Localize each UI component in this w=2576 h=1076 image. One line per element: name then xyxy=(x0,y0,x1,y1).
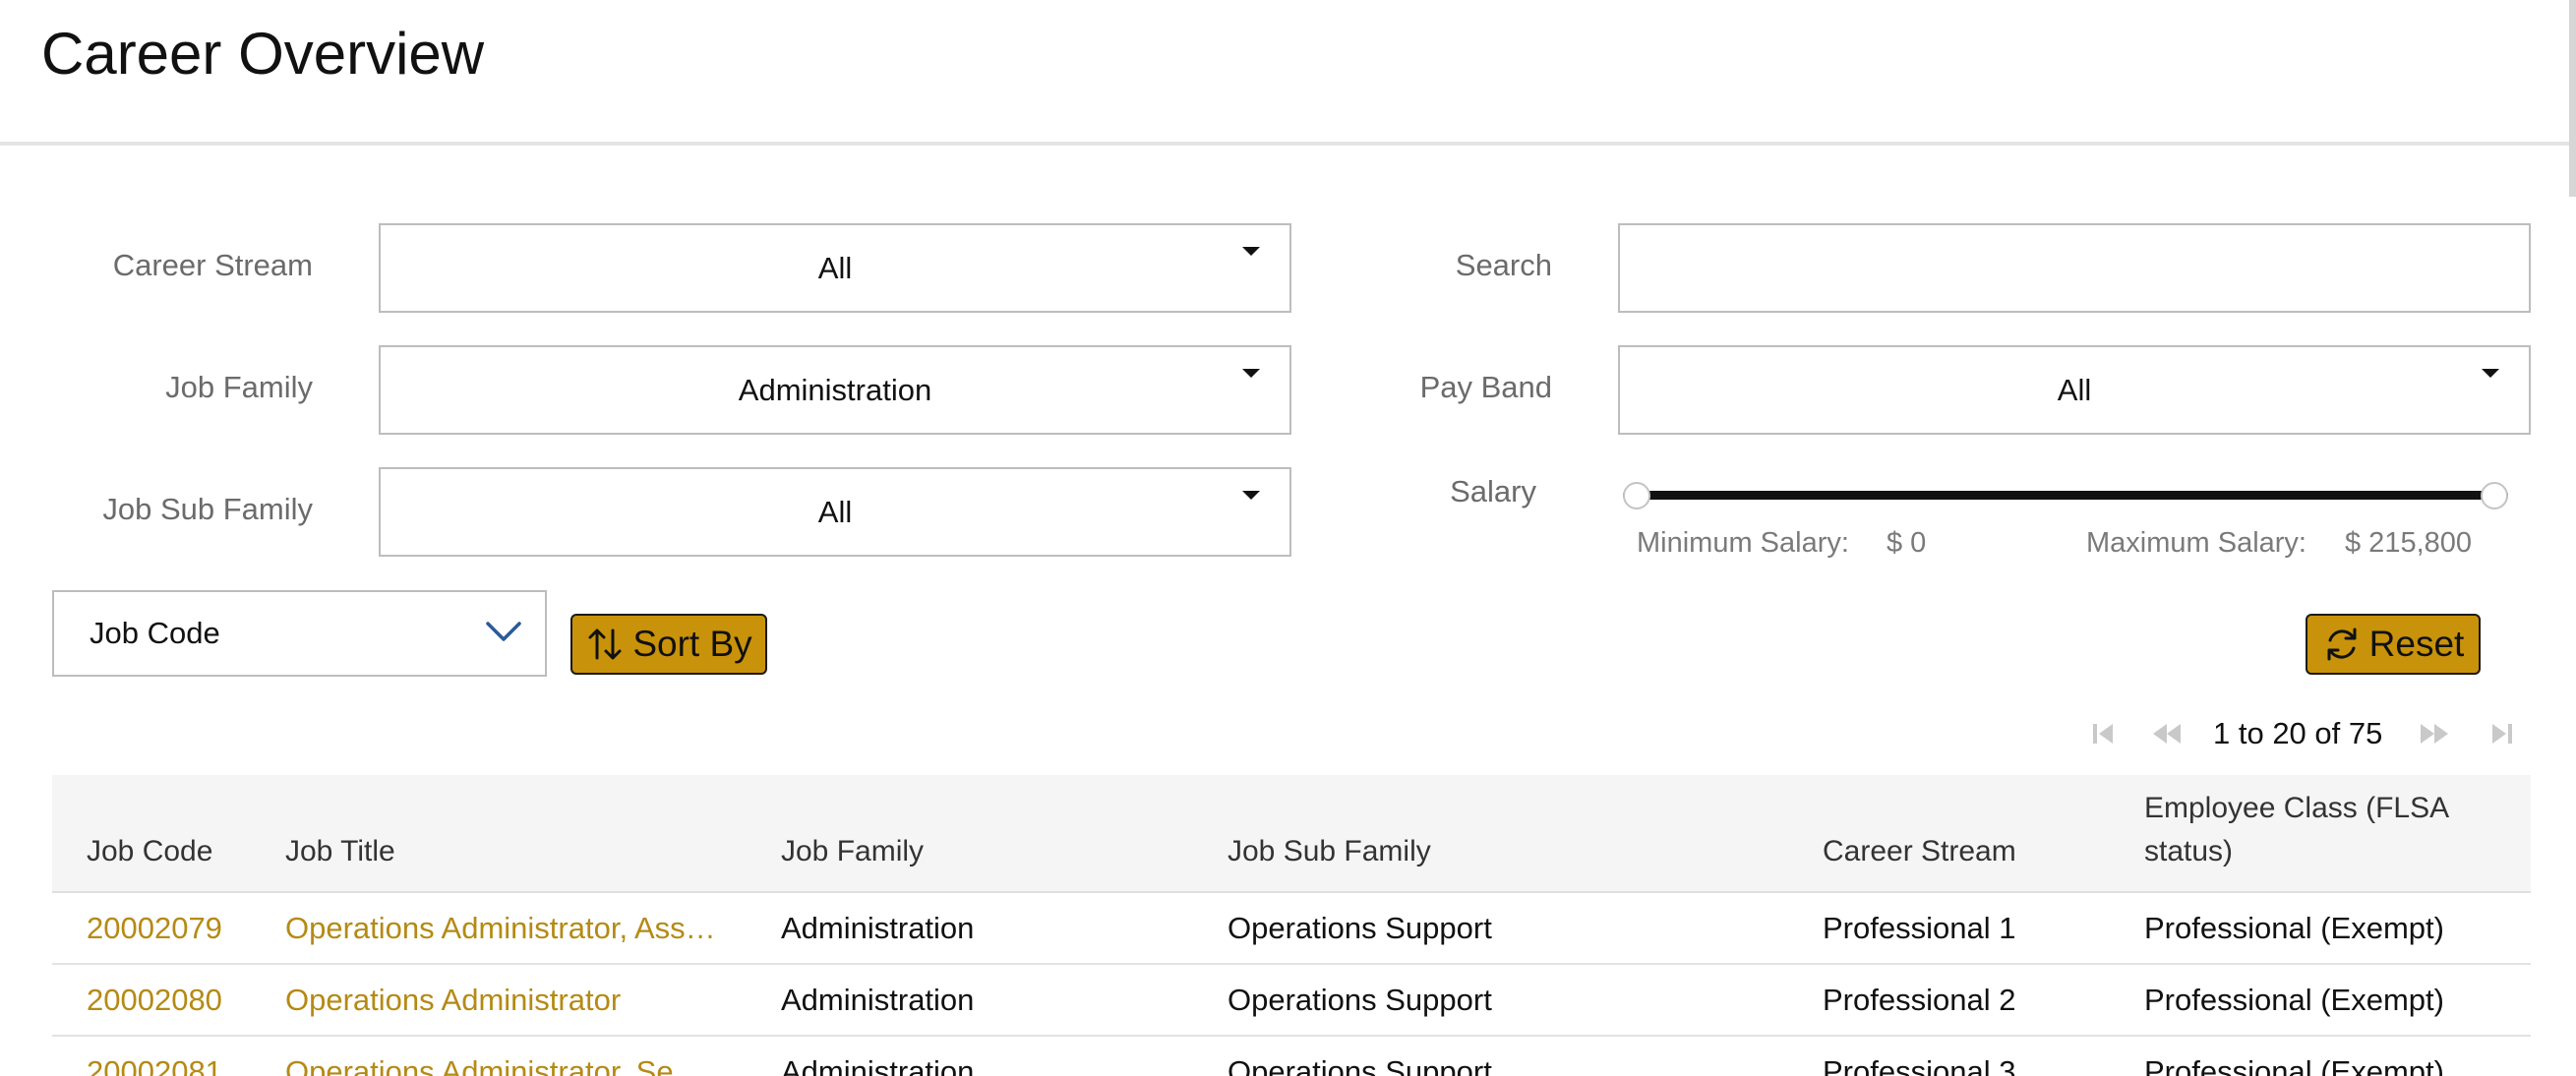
page-header: Career Overview xyxy=(0,0,2576,146)
job-sub-family-value: All xyxy=(817,494,853,529)
caret-down-icon xyxy=(1242,247,1260,256)
sort-by-button[interactable]: Sort By xyxy=(570,614,767,675)
employee-class-cell: Professional (Exempt) xyxy=(2144,982,2444,1017)
column-header-job-sub-family[interactable]: Job Sub Family xyxy=(1228,830,1431,873)
min-salary-label: Minimum Salary: xyxy=(1637,527,1849,559)
refresh-icon xyxy=(2327,628,2357,661)
reset-button[interactable]: Reset xyxy=(2306,614,2481,675)
job-family-cell: Administration xyxy=(781,982,975,1017)
career-stream-cell: Professional 3 xyxy=(1823,1053,2016,1076)
caret-down-icon xyxy=(1242,491,1260,500)
salary-slider[interactable] xyxy=(1623,477,2508,512)
table-row[interactable]: 20002079 Operations Administrator, Ass… … xyxy=(52,893,2531,965)
column-header-job-title[interactable]: Job Title xyxy=(285,830,395,873)
pager-status: 1 to 20 of 75 xyxy=(2213,716,2383,750)
job-sub-family-label: Job Sub Family xyxy=(102,492,313,526)
job-family-label: Job Family xyxy=(165,370,313,404)
table-row[interactable]: 20002080 Operations Administrator Admini… xyxy=(52,965,2531,1037)
employee-class-cell: Professional (Exempt) xyxy=(2144,910,2444,945)
pay-band-label: Pay Band xyxy=(1419,370,1552,404)
last-page-icon[interactable] xyxy=(2485,716,2520,751)
job-code-link[interactable]: 20002079 xyxy=(87,911,264,946)
scrollbar[interactable] xyxy=(2569,0,2576,197)
column-header-job-code[interactable]: Job Code xyxy=(87,830,212,873)
sort-field-select[interactable]: Job Code xyxy=(52,590,547,677)
job-sub-family-cell: Operations Support xyxy=(1228,982,1492,1017)
max-salary-value: $ 215,800 xyxy=(2345,527,2473,559)
salary-label: Salary xyxy=(1450,474,1536,508)
salary-min-handle[interactable] xyxy=(1623,482,1650,509)
search-label: Search xyxy=(1455,248,1552,282)
sort-arrows-icon xyxy=(588,628,622,660)
max-salary-label: Maximum Salary: xyxy=(2086,527,2306,559)
pay-band-value: All xyxy=(2057,372,2092,407)
pay-band-select[interactable]: All xyxy=(1618,345,2531,435)
salary-max-handle[interactable] xyxy=(2481,482,2508,509)
column-header-employee-class[interactable]: Employee Class (FLSA status) xyxy=(2144,787,2518,873)
first-page-icon[interactable] xyxy=(2085,716,2121,751)
job-sub-family-cell: Operations Support xyxy=(1228,1053,1492,1076)
min-salary-value: $ 0 xyxy=(1887,527,1927,559)
career-stream-label: Career Stream xyxy=(112,248,313,282)
job-code-link[interactable]: 20002080 xyxy=(87,983,264,1018)
job-family-select[interactable]: Administration xyxy=(379,345,1291,435)
job-sub-family-cell: Operations Support xyxy=(1228,910,1492,945)
career-stream-select[interactable]: All xyxy=(379,223,1291,313)
chevron-down-icon xyxy=(486,622,521,641)
column-header-career-stream[interactable]: Career Stream xyxy=(1823,830,2016,873)
job-title-link[interactable]: Operations Administrator, Ass… xyxy=(285,911,718,946)
career-stream-cell: Professional 1 xyxy=(1823,910,2016,945)
job-title-link[interactable]: Operations Administrator, Senior xyxy=(285,1054,718,1076)
caret-down-icon xyxy=(1242,369,1260,378)
caret-down-icon xyxy=(2482,369,2499,378)
career-stream-cell: Professional 2 xyxy=(1823,982,2016,1017)
job-sub-family-select[interactable]: All xyxy=(379,467,1291,557)
page-title: Career Overview xyxy=(41,21,485,87)
table-header: Job Code Job Title Job Family Job Sub Fa… xyxy=(52,775,2531,893)
career-stream-value: All xyxy=(817,250,853,285)
job-code-link[interactable]: 20002081 xyxy=(87,1054,264,1076)
employee-class-cell: Professional (Exempt) xyxy=(2144,1053,2444,1076)
job-family-cell: Administration xyxy=(781,910,975,945)
job-family-cell: Administration xyxy=(781,1053,975,1076)
job-family-value: Administration xyxy=(738,372,932,407)
next-page-icon[interactable] xyxy=(2418,716,2453,751)
prev-page-icon[interactable] xyxy=(2148,716,2184,751)
reset-label: Reset xyxy=(2368,624,2465,664)
column-header-job-family[interactable]: Job Family xyxy=(781,830,924,873)
sort-by-label: Sort By xyxy=(632,624,752,664)
sort-field-value: Job Code xyxy=(90,616,220,650)
table-row[interactable]: 20002081 Operations Administrator, Senio… xyxy=(52,1037,2531,1076)
job-title-link[interactable]: Operations Administrator xyxy=(285,983,718,1018)
job-table: Job Code Job Title Job Family Job Sub Fa… xyxy=(52,775,2531,1076)
salary-slider-track xyxy=(1623,491,2508,500)
search-input[interactable] xyxy=(1618,223,2531,313)
